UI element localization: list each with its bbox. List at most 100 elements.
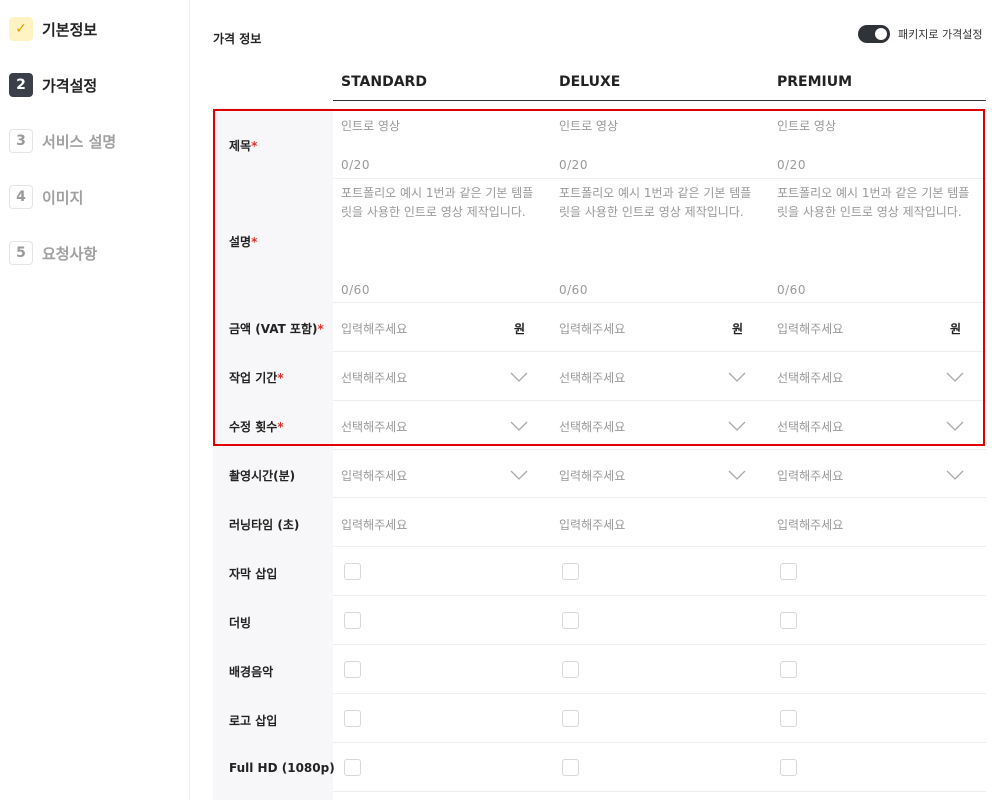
deluxe-shoot-time-select[interactable]: 입력해주세요 xyxy=(559,467,625,484)
standard-running-time-input[interactable]: 입력해주세요 xyxy=(341,516,407,533)
label-shoot-time: 촬영시간(분) xyxy=(229,469,296,483)
label-column xyxy=(213,108,333,800)
premium-fullhd-checkbox[interactable] xyxy=(780,759,797,776)
deluxe-subtitles-checkbox[interactable] xyxy=(562,563,579,580)
premium-description-counter: 0/60 xyxy=(777,283,806,297)
chevron-down-icon[interactable] xyxy=(946,421,964,431)
standard-description-input[interactable]: 포트폴리오 예시 1번과 같은 기본 템플릿을 사용한 인트로 영상 제작입니다… xyxy=(341,184,541,222)
label-logo: 로고 삽입 xyxy=(229,714,278,728)
toggle-knob xyxy=(875,28,887,40)
deluxe-revisions-select[interactable]: 선택해주세요 xyxy=(559,418,625,435)
package-header-premium: PREMIUM xyxy=(777,74,853,90)
standard-subtitles-checkbox[interactable] xyxy=(344,563,361,580)
standard-title-counter: 0/20 xyxy=(341,158,370,172)
premium-revisions-select[interactable]: 선택해주세요 xyxy=(777,418,843,435)
deluxe-title-input[interactable]: 인트로 영상 xyxy=(559,117,618,134)
step-label: 기본정보 xyxy=(42,20,98,39)
row-divider xyxy=(333,693,986,694)
standard-price-unit: 원 xyxy=(514,322,526,336)
deluxe-logo-checkbox[interactable] xyxy=(562,710,579,727)
step-label: 이미지 xyxy=(42,188,84,207)
label-subtitles: 자막 삽입 xyxy=(229,567,278,581)
header-divider xyxy=(333,100,986,101)
step-number: 5 xyxy=(9,241,33,265)
standard-bgm-checkbox[interactable] xyxy=(344,661,361,678)
premium-running-time-input[interactable]: 입력해주세요 xyxy=(777,516,843,533)
section-title: 가격 정보 xyxy=(213,32,262,46)
package-header-standard: STANDARD xyxy=(341,74,427,90)
standard-work-period-select[interactable]: 선택해주세요 xyxy=(341,369,407,386)
deluxe-dubbing-checkbox[interactable] xyxy=(562,612,579,629)
premium-price-input[interactable]: 입력해주세요 xyxy=(777,320,843,337)
deluxe-running-time-input[interactable]: 입력해주세요 xyxy=(559,516,625,533)
step-label: 요청사항 xyxy=(42,244,98,263)
step-service-description[interactable]: 3 서비스 설명 xyxy=(9,129,116,153)
deluxe-description-counter: 0/60 xyxy=(559,283,588,297)
label-title: 제목* xyxy=(229,139,258,153)
deluxe-bgm-checkbox[interactable] xyxy=(562,661,579,678)
premium-subtitles-checkbox[interactable] xyxy=(780,563,797,580)
step-number: 3 xyxy=(9,129,33,153)
premium-work-period-select[interactable]: 선택해주세요 xyxy=(777,369,843,386)
label-fullhd: Full HD (1080p) xyxy=(229,761,335,775)
chevron-down-icon[interactable] xyxy=(510,470,528,480)
chevron-down-icon[interactable] xyxy=(510,421,528,431)
step-number: 4 xyxy=(9,185,33,209)
row-divider xyxy=(333,400,986,401)
chevron-down-icon[interactable] xyxy=(946,372,964,382)
standard-dubbing-checkbox[interactable] xyxy=(344,612,361,629)
label-description: 설명* xyxy=(229,235,258,249)
step-basic-info[interactable]: ✓ 기본정보 xyxy=(9,17,97,41)
standard-shoot-time-select[interactable]: 입력해주세요 xyxy=(341,467,407,484)
label-work-period: 작업 기간* xyxy=(229,371,284,385)
standard-logo-checkbox[interactable] xyxy=(344,710,361,727)
premium-shoot-time-select[interactable]: 입력해주세요 xyxy=(777,467,843,484)
deluxe-work-period-select[interactable]: 선택해주세요 xyxy=(559,369,625,386)
chevron-down-icon[interactable] xyxy=(728,470,746,480)
row-divider xyxy=(333,546,986,547)
standard-title-input[interactable]: 인트로 영상 xyxy=(341,117,400,134)
toggle-label: 패키지로 가격설정 xyxy=(898,28,983,41)
deluxe-title-counter: 0/20 xyxy=(559,158,588,172)
standard-fullhd-checkbox[interactable] xyxy=(344,759,361,776)
premium-dubbing-checkbox[interactable] xyxy=(780,612,797,629)
step-sidebar: ✓ 기본정보 2 가격설정 3 서비스 설명 4 이미지 5 요청사항 xyxy=(0,0,190,800)
step-requirements[interactable]: 5 요청사항 xyxy=(9,241,97,265)
label-bgm: 배경음악 xyxy=(229,665,274,679)
premium-title-counter: 0/20 xyxy=(777,158,806,172)
row-divider xyxy=(333,302,986,303)
premium-logo-checkbox[interactable] xyxy=(780,710,797,727)
chevron-down-icon[interactable] xyxy=(728,421,746,431)
deluxe-fullhd-checkbox[interactable] xyxy=(562,759,579,776)
deluxe-price-input[interactable]: 입력해주세요 xyxy=(559,320,625,337)
toggle-switch[interactable] xyxy=(858,25,890,43)
label-dubbing: 더빙 xyxy=(229,616,252,630)
package-pricing-toggle[interactable]: 패키지로 가격설정 xyxy=(858,25,982,43)
premium-title-input[interactable]: 인트로 영상 xyxy=(777,117,836,134)
label-price: 금액 (VAT 포함)* xyxy=(229,322,324,336)
standard-description-counter: 0/60 xyxy=(341,283,370,297)
chevron-down-icon[interactable] xyxy=(946,470,964,480)
step-images[interactable]: 4 이미지 xyxy=(9,185,83,209)
standard-revisions-select[interactable]: 선택해주세요 xyxy=(341,418,407,435)
check-icon: ✓ xyxy=(9,17,33,41)
premium-description-input[interactable]: 포트폴리오 예시 1번과 같은 기본 템플릿을 사용한 인트로 영상 제작입니다… xyxy=(777,184,977,222)
deluxe-price-unit: 원 xyxy=(732,322,744,336)
chevron-down-icon[interactable] xyxy=(728,372,746,382)
package-header-deluxe: DELUXE xyxy=(559,74,621,90)
row-divider xyxy=(333,791,986,792)
step-number: 2 xyxy=(9,73,33,97)
row-divider xyxy=(333,595,986,596)
step-label: 가격설정 xyxy=(42,76,98,95)
row-divider xyxy=(333,644,986,645)
row-divider xyxy=(333,178,986,179)
step-pricing[interactable]: 2 가격설정 xyxy=(9,73,97,97)
standard-price-input[interactable]: 입력해주세요 xyxy=(341,320,407,337)
deluxe-description-input[interactable]: 포트폴리오 예시 1번과 같은 기본 템플릿을 사용한 인트로 영상 제작입니다… xyxy=(559,184,759,222)
premium-bgm-checkbox[interactable] xyxy=(780,661,797,678)
row-divider xyxy=(333,449,986,450)
label-revisions: 수정 횟수* xyxy=(229,420,284,434)
chevron-down-icon[interactable] xyxy=(510,372,528,382)
row-divider xyxy=(333,351,986,352)
step-label: 서비스 설명 xyxy=(42,132,117,151)
